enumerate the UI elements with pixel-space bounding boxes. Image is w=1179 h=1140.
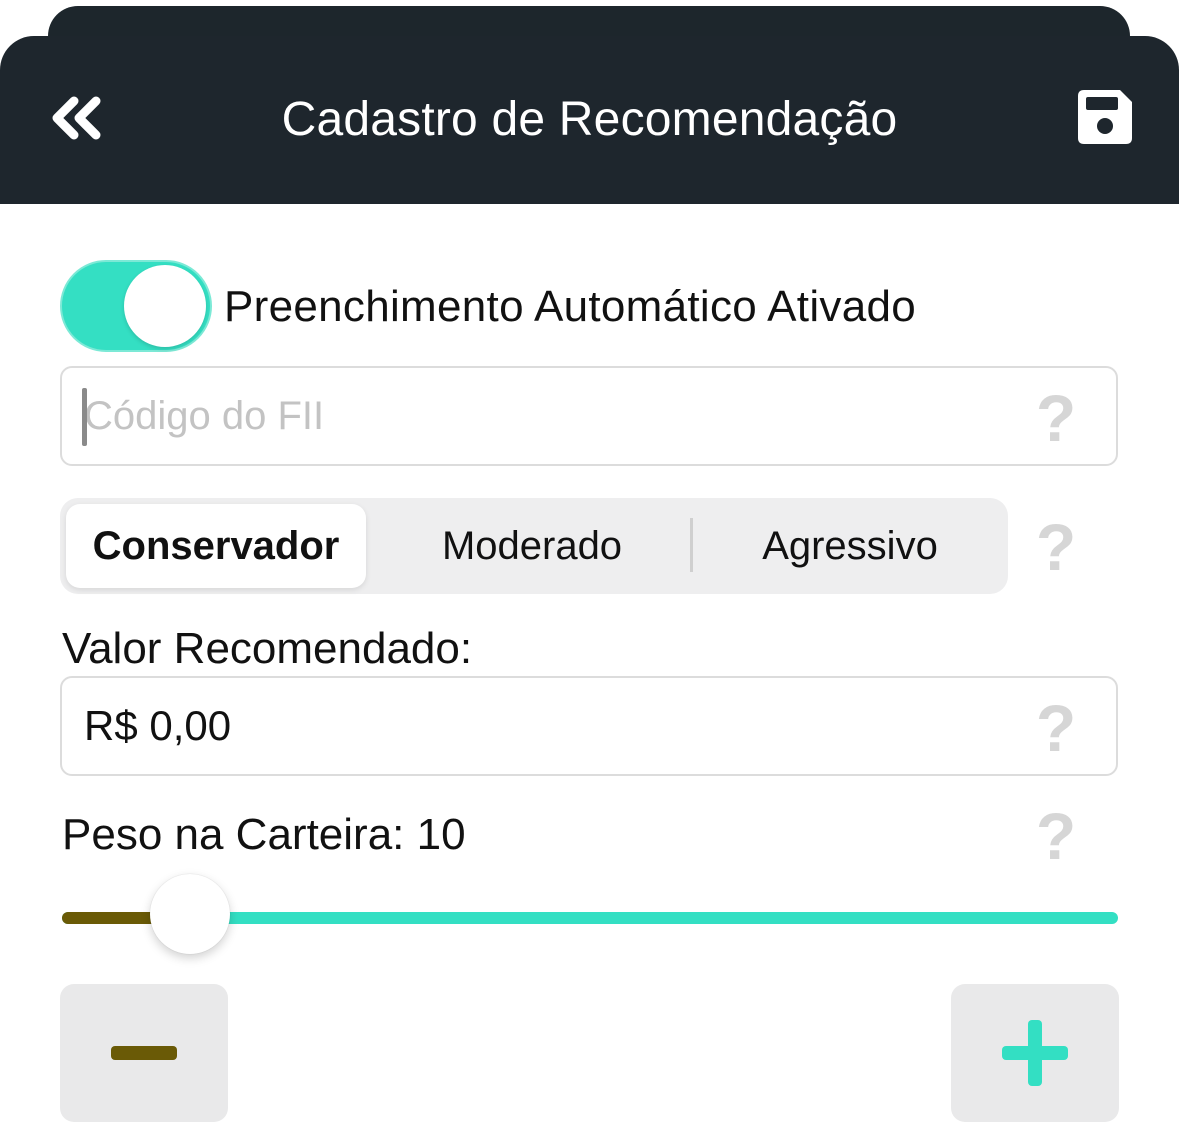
recommended-value-help-icon[interactable]: ? (1028, 693, 1084, 763)
slider-thumb[interactable] (150, 874, 230, 954)
fund-code-input[interactable] (82, 368, 984, 464)
fund-code-help-icon[interactable]: ? (1028, 383, 1084, 453)
recommended-value-field[interactable]: R$ 0,00 (60, 676, 1118, 776)
autofill-label: Preenchimento Automático Ativado (224, 282, 917, 331)
minus-icon (111, 1046, 177, 1060)
increment-button[interactable] (951, 984, 1119, 1122)
save-button[interactable] (1072, 86, 1138, 148)
segment-agressivo[interactable]: Agressivo (700, 504, 1000, 588)
recommended-value-label: Valor Recomendado: (62, 624, 473, 673)
plus-icon (1002, 1020, 1068, 1086)
text-caret (82, 388, 87, 446)
portfolio-weight-help-icon[interactable]: ? (1028, 801, 1084, 871)
profile-help-icon[interactable]: ? (1028, 512, 1084, 582)
segment-divider (690, 518, 693, 572)
page-title: Cadastro de Recomendação (281, 93, 898, 146)
header-bar: Cadastro de Recomendação (0, 36, 1179, 204)
portfolio-weight-slider[interactable] (62, 874, 1118, 956)
fund-code-field (60, 366, 1118, 466)
segment-conservador[interactable]: Conservador (66, 504, 366, 588)
floppy-disk-icon (1078, 90, 1132, 144)
toggle-knob (124, 265, 206, 347)
decrement-button[interactable] (60, 984, 228, 1122)
autofill-toggle[interactable] (60, 260, 212, 352)
segment-moderado[interactable]: Moderado (382, 504, 682, 588)
recommended-value-text: R$ 0,00 (84, 702, 232, 749)
profile-segmented-control: Conservador Moderado Agressivo (60, 498, 1008, 594)
portfolio-weight-label: Peso na Carteira: 10 (62, 810, 466, 859)
